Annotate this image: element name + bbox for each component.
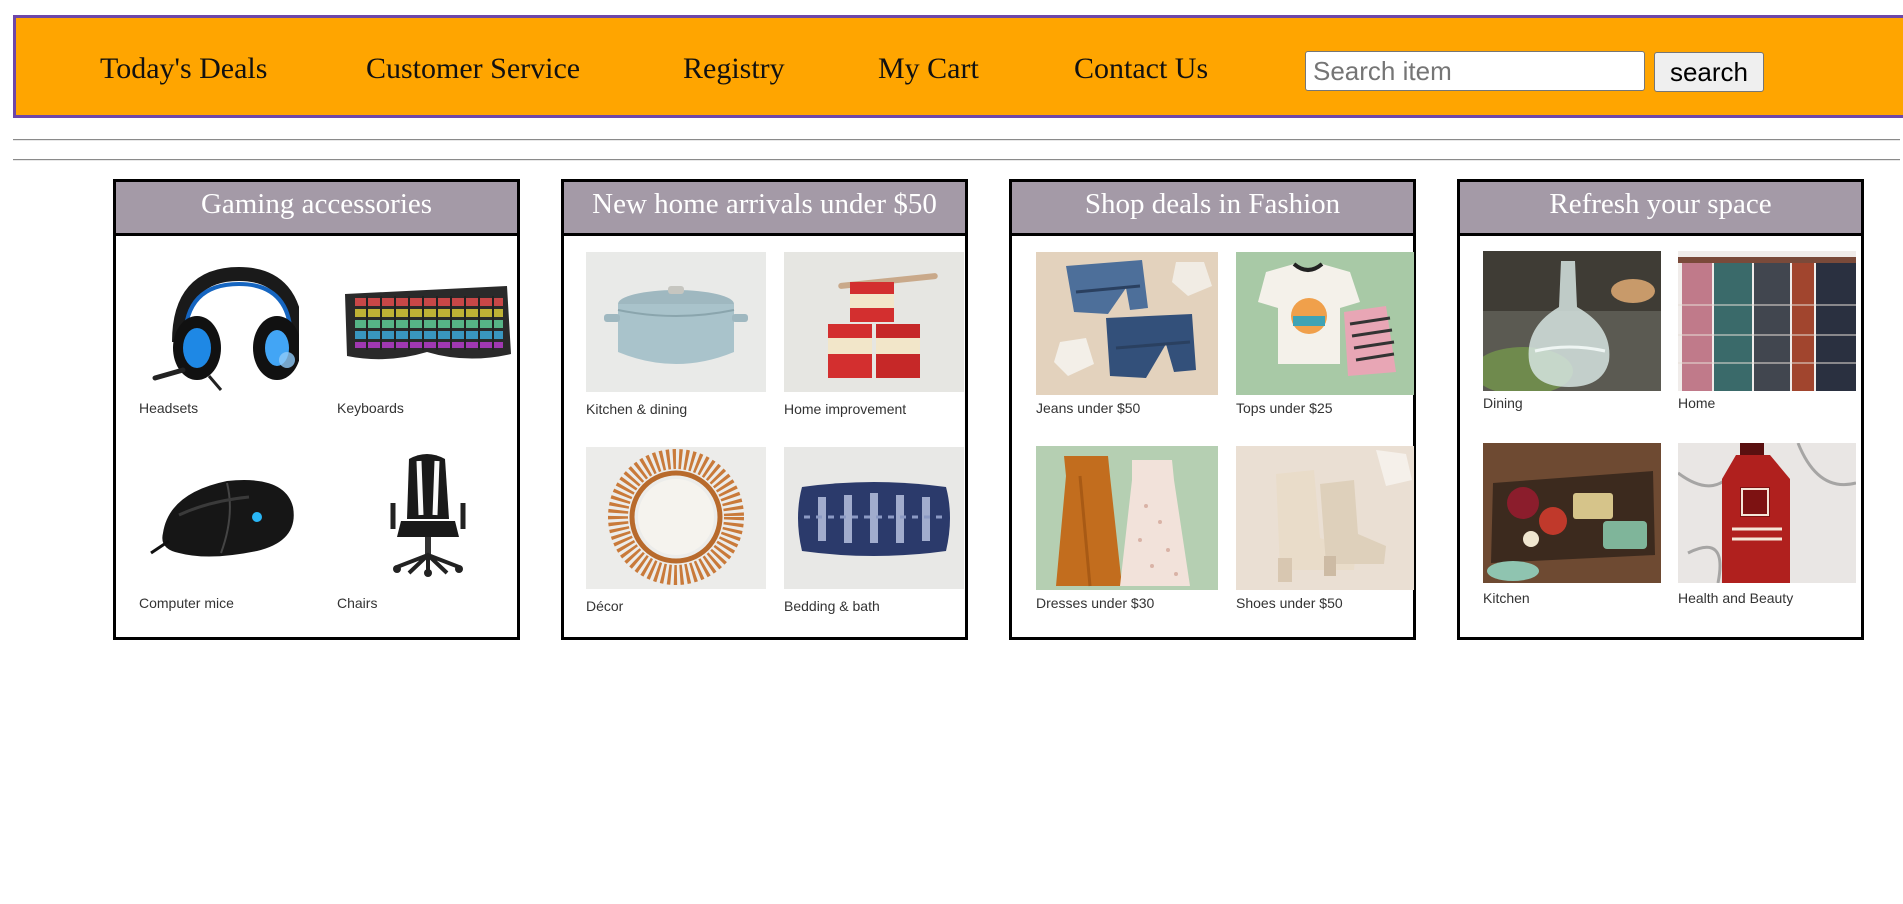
nav-link-my-cart[interactable]: My Cart	[878, 51, 979, 87]
tile-label: Jeans under $50	[1036, 400, 1141, 416]
nav-link-todays-deals[interactable]: Today's Deals	[100, 51, 267, 87]
tops-icon	[1236, 252, 1414, 395]
divider-line	[13, 159, 1900, 161]
tile-label: Décor	[586, 598, 624, 614]
nav-link-customer-service[interactable]: Customer Service	[366, 51, 580, 87]
tile-decor[interactable]: Décor	[586, 447, 766, 614]
gaming-chair-icon	[337, 445, 515, 585]
boots-icon	[1236, 446, 1414, 590]
tile-label: Bedding & bath	[784, 598, 880, 614]
top-navigation-bar: Today's Deals Customer Service Registry …	[13, 15, 1903, 118]
keyboard-icon	[337, 252, 515, 392]
tile-tops[interactable]: Tops under $25	[1236, 252, 1414, 418]
search-button[interactable]: search	[1654, 52, 1764, 92]
card-refresh-your-space: Refresh your space Dining Home Kitchen H…	[1457, 179, 1864, 640]
sunburst-mirror-icon	[586, 447, 766, 589]
jeans-icon	[1036, 252, 1218, 395]
tile-kitchen[interactable]: Kitchen	[1483, 443, 1661, 609]
card-new-home-arrivals: New home arrivals under $50 Kitchen & di…	[561, 179, 968, 640]
tile-jeans[interactable]: Jeans under $50	[1036, 252, 1218, 418]
tile-label: Headsets	[139, 400, 199, 416]
tile-dresses[interactable]: Dresses under $30	[1036, 446, 1218, 612]
tile-home-improvement[interactable]: Home improvement	[784, 252, 964, 418]
tile-chairs[interactable]: Chairs	[337, 445, 515, 611]
tile-keyboards[interactable]: Keyboards	[337, 252, 515, 416]
tile-health-beauty[interactable]: Health and Beauty	[1678, 443, 1856, 609]
tile-headsets[interactable]: Headsets	[139, 252, 299, 416]
pillow-icon	[784, 447, 964, 589]
card-title: Refresh your space	[1460, 182, 1861, 236]
tile-label: Tops under $25	[1236, 400, 1333, 416]
tile-kitchen-dining[interactable]: Kitchen & dining	[586, 252, 766, 418]
tile-dining[interactable]: Dining	[1483, 251, 1661, 417]
tile-label: Kitchen	[1483, 590, 1530, 606]
card-title: New home arrivals under $50	[564, 182, 965, 236]
mouse-icon	[139, 445, 299, 585]
tile-label: Kitchen & dining	[586, 401, 688, 417]
card-shop-deals-fashion: Shop deals in Fashion Jeans under $50 To…	[1009, 179, 1416, 640]
card-title: Shop deals in Fashion	[1012, 182, 1413, 236]
paint-cans-icon	[784, 252, 964, 392]
tile-label: Home improvement	[784, 401, 907, 417]
tile-label: Health and Beauty	[1678, 590, 1794, 606]
tile-label: Shoes under $50	[1236, 595, 1343, 611]
card-title: Gaming accessories	[116, 182, 517, 236]
nav-link-contact-us[interactable]: Contact Us	[1074, 51, 1208, 87]
nav-link-registry[interactable]: Registry	[683, 51, 785, 87]
tile-label: Home	[1678, 395, 1716, 411]
tile-shoes[interactable]: Shoes under $50	[1236, 446, 1414, 612]
glass-carafe-icon	[1483, 251, 1661, 391]
tile-label: Keyboards	[337, 400, 404, 416]
dresses-icon	[1036, 446, 1218, 590]
charcuterie-board-icon	[1483, 443, 1661, 583]
tile-label: Dresses under $30	[1036, 595, 1155, 611]
tile-label: Chairs	[337, 595, 378, 611]
dutch-oven-icon	[586, 252, 766, 392]
tile-label: Computer mice	[139, 595, 234, 611]
tile-label: Dining	[1483, 395, 1523, 411]
search-input[interactable]	[1305, 51, 1645, 91]
card-gaming-accessories: Gaming accessories Headsets Keyboards Co…	[113, 179, 520, 640]
body-wash-bottle-icon	[1678, 443, 1856, 583]
tile-computer-mice[interactable]: Computer mice	[139, 445, 299, 611]
headset-icon	[139, 252, 299, 392]
tile-home[interactable]: Home	[1678, 251, 1856, 417]
tile-bedding-bath[interactable]: Bedding & bath	[784, 447, 964, 614]
towels-icon	[1678, 251, 1856, 391]
divider-line	[13, 139, 1900, 141]
